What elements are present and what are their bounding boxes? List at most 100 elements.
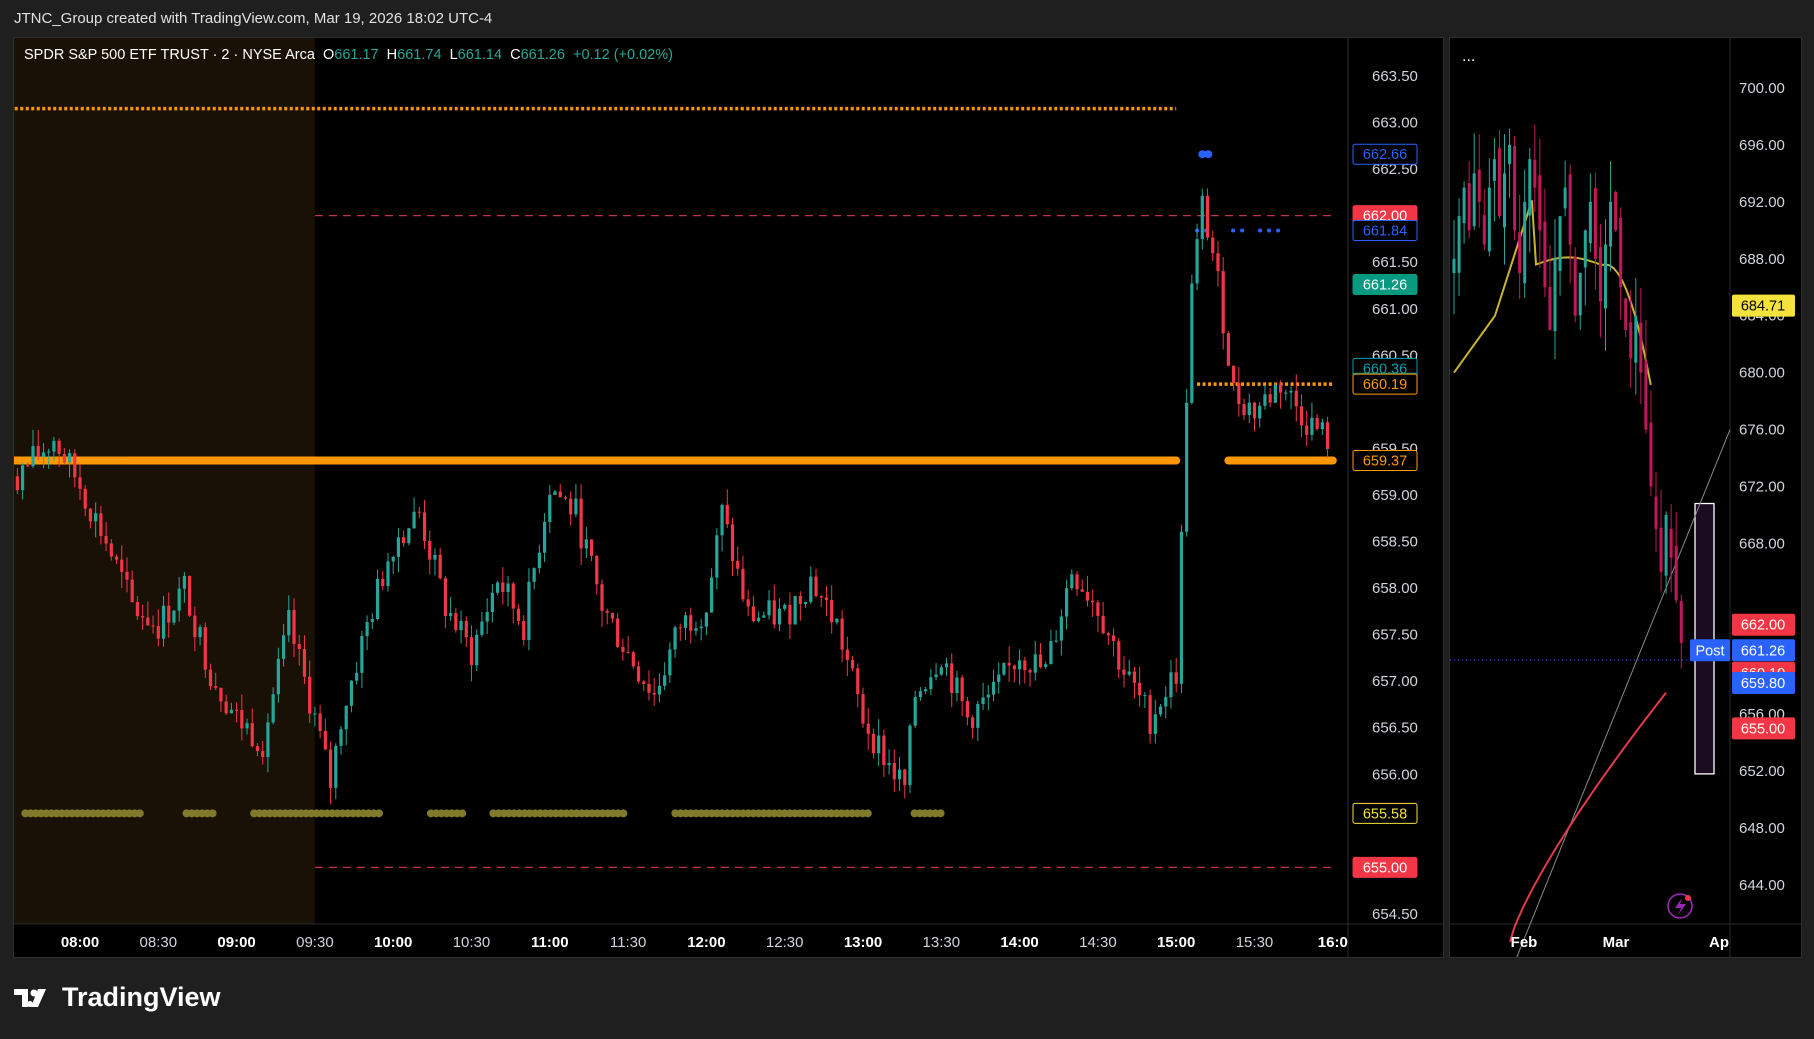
candle-body bbox=[610, 612, 615, 619]
price-tick: 663.00 bbox=[1372, 115, 1418, 132]
candle-body bbox=[589, 539, 594, 556]
candle-body bbox=[897, 769, 902, 780]
level-dot-olive bbox=[374, 809, 383, 818]
candle-body bbox=[1028, 670, 1032, 673]
candle-body bbox=[156, 626, 160, 639]
candle-body bbox=[605, 610, 609, 613]
daily-candle-body bbox=[1609, 201, 1613, 247]
candle-body bbox=[960, 677, 964, 702]
price-tick: 659.00 bbox=[1372, 487, 1418, 504]
candle-body bbox=[1049, 641, 1053, 665]
price-tick: 654.50 bbox=[1372, 906, 1418, 923]
candle-body bbox=[402, 537, 406, 544]
candle-body bbox=[861, 694, 865, 724]
candle-body bbox=[501, 582, 505, 593]
candle-body bbox=[250, 723, 254, 747]
time-tick: 11:00 bbox=[531, 934, 569, 951]
daily-candle-body bbox=[1619, 217, 1623, 288]
intraday-chart-canvas[interactable]: 663.50663.00662.50661.50661.00660.50659.… bbox=[14, 38, 1444, 958]
candle-body bbox=[125, 571, 129, 580]
candle-body bbox=[26, 465, 30, 467]
candle-body bbox=[365, 622, 369, 637]
candle-body bbox=[386, 561, 390, 586]
candle-body bbox=[1075, 574, 1079, 590]
candle-body bbox=[422, 512, 427, 541]
candle-body bbox=[370, 619, 374, 623]
time-tick: 12:00 bbox=[687, 934, 725, 951]
candle-body bbox=[516, 608, 521, 622]
intraday-chart-pane[interactable]: 663.50 663.00 662.50 661.50 661.00 660.50 659.… bbox=[13, 37, 1444, 958]
candle-body bbox=[193, 615, 197, 638]
candle-body bbox=[266, 722, 270, 757]
candle-body bbox=[454, 613, 458, 631]
candle-body bbox=[245, 723, 249, 729]
more-menu-button[interactable]: ... bbox=[1462, 48, 1475, 66]
daily-candle-body bbox=[1508, 144, 1512, 165]
candle-body bbox=[710, 577, 714, 613]
candle-body bbox=[913, 697, 917, 726]
candle-body bbox=[522, 621, 526, 640]
candle-body bbox=[1085, 591, 1090, 601]
candle-body bbox=[485, 612, 489, 622]
candle-body bbox=[736, 561, 740, 569]
candle-body bbox=[1023, 660, 1027, 671]
daily-chart-pane[interactable]: 700.00696.00692.00688.00684.00680.00676.… bbox=[1449, 37, 1802, 958]
candle-body bbox=[783, 604, 787, 609]
level-dot-blue bbox=[1267, 228, 1272, 233]
candle-body bbox=[537, 552, 541, 569]
symbol-title[interactable]: SPDR S&P 500 ETF TRUST · 2 · NYSE Arca bbox=[24, 47, 315, 63]
price-tick: 680.00 bbox=[1739, 365, 1785, 382]
candle-body bbox=[950, 663, 954, 694]
candle-body bbox=[939, 667, 943, 675]
candle-body bbox=[1091, 600, 1095, 603]
level-dot-olive bbox=[619, 809, 628, 818]
candle-body bbox=[1216, 253, 1220, 272]
candle-body bbox=[877, 735, 881, 754]
level-dot-blue bbox=[1231, 228, 1236, 233]
daily-candle-body bbox=[1679, 601, 1683, 643]
price-label-text: 659.37 bbox=[1363, 454, 1407, 470]
daily-candle-body bbox=[1588, 201, 1592, 244]
candle-body bbox=[73, 453, 77, 478]
daily-chart-canvas[interactable]: 700.00696.00692.00688.00684.00680.00676.… bbox=[1450, 38, 1802, 958]
candle-body bbox=[355, 672, 359, 681]
candle-body bbox=[313, 713, 317, 715]
candle-body bbox=[1064, 588, 1069, 617]
candle-body bbox=[1284, 392, 1288, 394]
candle-body bbox=[965, 701, 969, 718]
candle-body bbox=[1252, 402, 1257, 419]
price-tick: 658.50 bbox=[1372, 534, 1418, 551]
moving-average-red bbox=[1509, 692, 1667, 943]
candle-body bbox=[344, 705, 348, 730]
candle-body bbox=[381, 578, 385, 586]
candle-body bbox=[1279, 384, 1283, 393]
time-tick: 13:30 bbox=[923, 934, 961, 951]
candle-body bbox=[188, 576, 192, 616]
candle-body bbox=[1158, 706, 1163, 715]
candle-body bbox=[955, 677, 959, 694]
candle-body bbox=[1132, 671, 1137, 683]
month-tick: Ap bbox=[1709, 934, 1729, 951]
candle-body bbox=[929, 677, 933, 690]
candle-body bbox=[41, 452, 46, 457]
daily-candle-body bbox=[1523, 201, 1527, 284]
candle-body bbox=[918, 691, 923, 698]
candle-body bbox=[167, 605, 171, 623]
candle-body bbox=[944, 663, 949, 668]
candle-body bbox=[616, 618, 620, 647]
level-dot-olive bbox=[863, 809, 872, 818]
candle-body bbox=[1138, 682, 1142, 696]
tradingview-logo[interactable]: TradingView bbox=[14, 982, 221, 1013]
candle-body bbox=[1221, 271, 1225, 334]
candle-body bbox=[276, 658, 280, 695]
daily-candle-body bbox=[1518, 232, 1522, 273]
daily-candle-body bbox=[1482, 215, 1486, 245]
daily-candle-body bbox=[1462, 187, 1466, 224]
candle-body bbox=[715, 535, 719, 578]
candle-body bbox=[360, 636, 364, 673]
candle-body bbox=[308, 676, 312, 714]
candle-body bbox=[104, 536, 108, 544]
daily-candle-body bbox=[1644, 360, 1648, 430]
candle-body bbox=[767, 600, 771, 616]
time-tick: 09:30 bbox=[296, 934, 334, 951]
